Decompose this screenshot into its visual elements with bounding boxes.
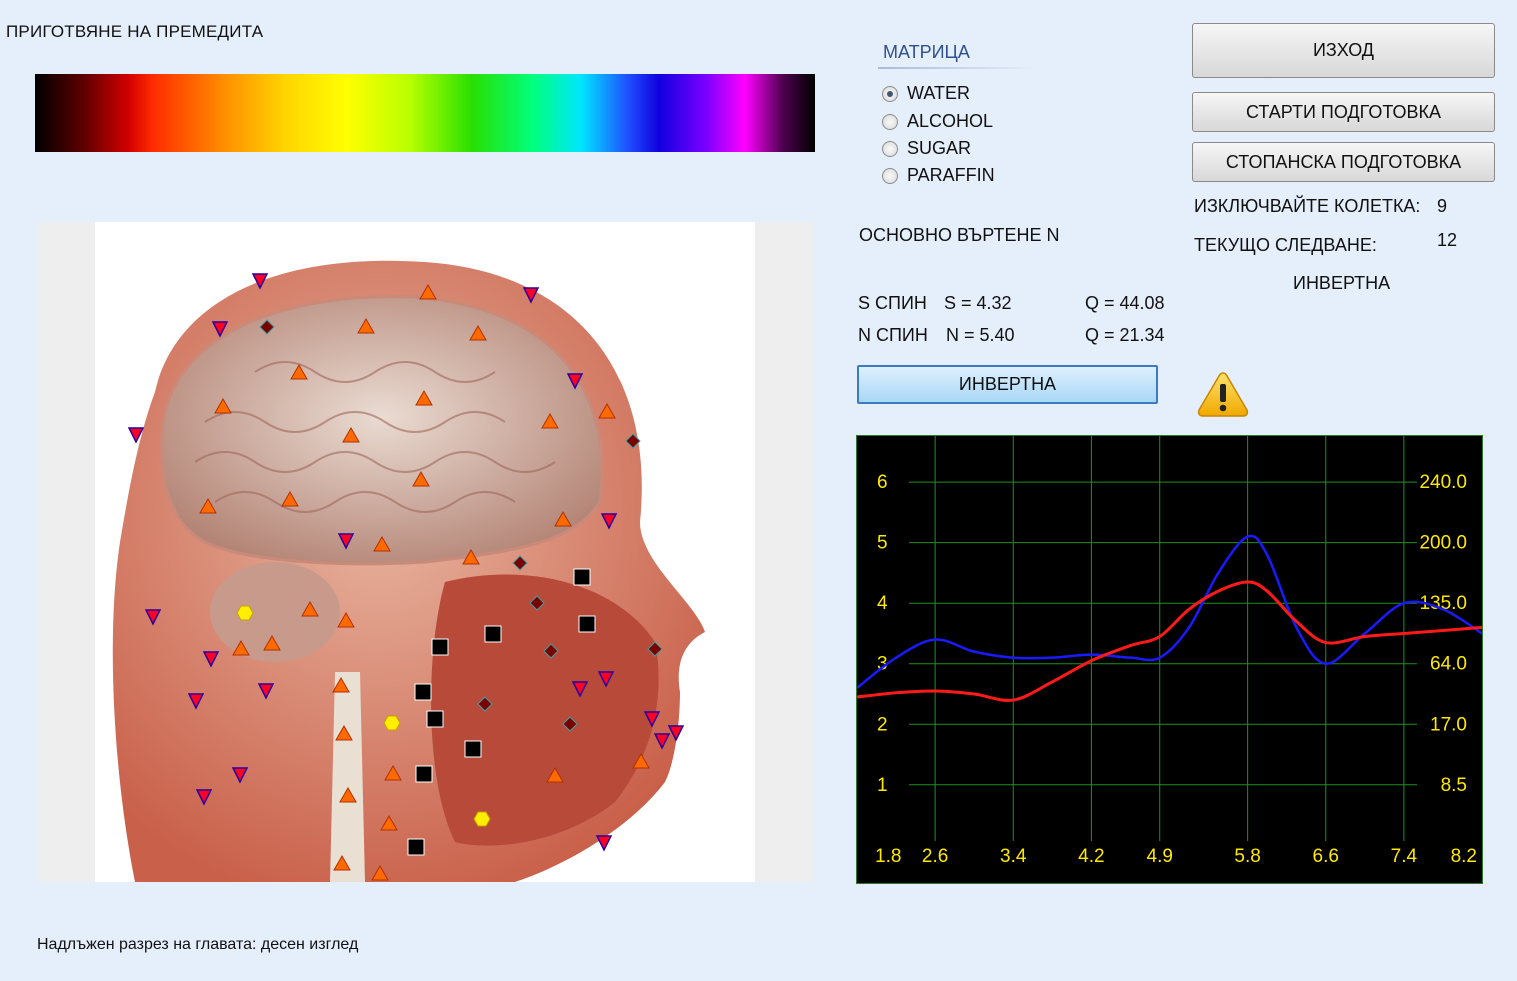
radio-label: ALCOHOL bbox=[907, 111, 994, 131]
current-value: 12 bbox=[1437, 230, 1458, 250]
s-spin-value: S = 4.32 bbox=[944, 293, 1012, 313]
x-tick-label: 8.2 bbox=[1451, 846, 1477, 867]
series-line-blue bbox=[857, 534, 1482, 689]
start-prep-button[interactable]: СТАРТИ ПОДГОТОВКА bbox=[1192, 92, 1495, 132]
y-tick-label-left: 4 bbox=[877, 593, 888, 614]
x-tick-label: 1.8 bbox=[875, 846, 901, 867]
mode-text: ИНВЕРТНА bbox=[1293, 273, 1391, 293]
x-tick-label: 2.6 bbox=[922, 846, 948, 867]
warning-icon bbox=[1197, 372, 1249, 417]
radio-alcohol[interactable]: ALCOHOL bbox=[882, 111, 993, 132]
s-spin-q: Q = 44.08 bbox=[1085, 293, 1165, 313]
color-spectrum-bar bbox=[35, 74, 815, 152]
current-label: ТЕКУЩО СЛЕДВАНЕ: bbox=[1194, 235, 1377, 255]
x-tick-label: 5.8 bbox=[1234, 846, 1260, 867]
x-tick-label: 4.2 bbox=[1078, 846, 1104, 867]
economic-prep-button[interactable]: СТОПАНСКА ПОДГОТОВКА bbox=[1192, 142, 1495, 182]
y-tick-label-left: 5 bbox=[877, 533, 888, 554]
chart-panel: 1.8 2.6 3.4 4.2 4.9 5.8 6.6 7.4 8.2 6 240.0 5 200.0 4… bbox=[856, 435, 1483, 884]
y-tick-label-right: 240.0 bbox=[1419, 472, 1467, 493]
radio-checked-icon[interactable] bbox=[882, 85, 898, 102]
rotation-label: ОСНОВНО ВЪРТЕНЕ N bbox=[859, 225, 1060, 245]
line-chart: 1.8 2.6 3.4 4.2 4.9 5.8 6.6 7.4 8.2 6 240.0 5 200.0 4… bbox=[857, 436, 1482, 867]
exit-button[interactable]: ИЗХОД bbox=[1192, 23, 1495, 78]
radio-label: PARAFFIN bbox=[907, 165, 995, 185]
image-caption: Надлъжен разрез на главата: десен изглед bbox=[37, 936, 359, 953]
exclude-value: 9 bbox=[1437, 196, 1448, 216]
radio-unchecked-icon[interactable] bbox=[882, 140, 898, 157]
x-tick-label: 3.4 bbox=[1000, 846, 1027, 867]
radio-unchecked-icon[interactable] bbox=[882, 113, 898, 130]
window-title: ПРИГОТВЯНЕ НА ПРЕМЕДИТА bbox=[6, 22, 264, 41]
x-tick-label: 6.6 bbox=[1313, 846, 1339, 867]
n-spin-q: Q = 21.34 bbox=[1085, 325, 1165, 345]
y-tick-label-left: 6 bbox=[877, 472, 888, 493]
radio-label: WATER bbox=[907, 83, 970, 103]
y-tick-label-right: 200.0 bbox=[1419, 533, 1467, 554]
matrix-title: МАТРИЦА bbox=[883, 42, 970, 62]
matrix-divider bbox=[878, 67, 1038, 69]
exclude-label: ИЗКЛЮЧВАЙТЕ КОЛЕТКА: bbox=[1194, 196, 1421, 216]
head-illustration bbox=[112, 260, 706, 882]
y-tick-label-right: 64.0 bbox=[1430, 654, 1467, 675]
radio-sugar[interactable]: SUGAR bbox=[882, 138, 971, 159]
radio-paraffin[interactable]: PARAFFIN bbox=[882, 165, 995, 186]
n-spin-value: N = 5.40 bbox=[946, 325, 1015, 345]
series-line-red bbox=[857, 580, 1482, 702]
radio-label: SUGAR bbox=[907, 138, 972, 158]
radio-water[interactable]: WATER bbox=[882, 83, 970, 104]
n-spin-label: N СПИН bbox=[858, 325, 928, 345]
radio-unchecked-icon[interactable] bbox=[882, 167, 898, 184]
y-tick-label-left: 2 bbox=[877, 714, 888, 735]
invert-button[interactable]: ИНВЕРТНА bbox=[857, 365, 1158, 404]
y-tick-label-right: 17.0 bbox=[1430, 714, 1467, 735]
y-tick-label-right: 8.5 bbox=[1441, 775, 1467, 796]
y-tick-label-left: 1 bbox=[877, 775, 888, 796]
head-section-image bbox=[95, 222, 755, 882]
x-tick-label: 4.9 bbox=[1147, 846, 1173, 867]
x-tick-label: 7.4 bbox=[1391, 846, 1418, 867]
s-spin-label: S СПИН bbox=[858, 293, 927, 313]
